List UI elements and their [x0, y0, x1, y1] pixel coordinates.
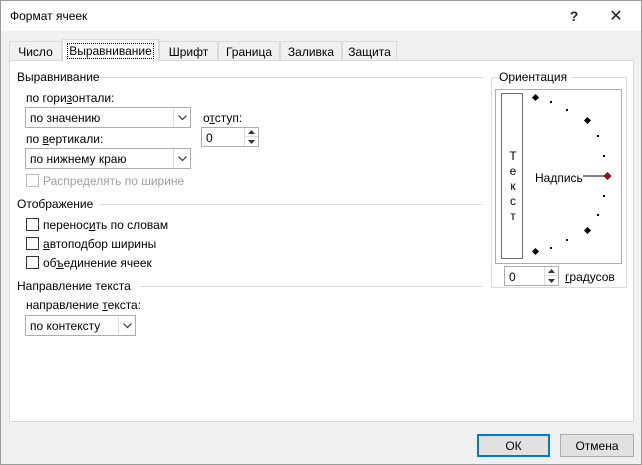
vertical-align-value: по нижнему краю: [30, 152, 127, 166]
indent-label: отступ:: [203, 111, 243, 125]
degrees-spin-arrows: [544, 267, 558, 285]
orientation-frame-bottom: [491, 287, 627, 288]
tab-border-label: Граница: [225, 44, 273, 59]
direction-group-line: [139, 286, 483, 287]
shrink-to-fit-label: автоподбор ширины: [43, 237, 157, 251]
dial-tick: [603, 195, 605, 197]
dial-tick: [603, 155, 605, 157]
direction-group-title: Направление текста: [17, 279, 131, 293]
display-group-title: Отображение: [17, 197, 94, 211]
horizontal-align-select[interactable]: по значению: [25, 107, 191, 128]
close-icon: ✕: [609, 8, 623, 25]
vertical-align-select[interactable]: по нижнему краю: [25, 148, 191, 169]
spin-down-icon[interactable]: [545, 276, 558, 285]
indent-spinner[interactable]: 0: [201, 127, 259, 147]
tab-number-label: Число: [18, 44, 53, 59]
orientation-group-title: Ориентация: [499, 70, 568, 84]
shrink-to-fit-checkbox[interactable]: [26, 237, 39, 250]
title-bar: Формат ячеек ? ✕: [1, 1, 641, 31]
orientation-sample-text: Надпись: [535, 171, 583, 185]
spin-up-icon[interactable]: [245, 128, 258, 137]
alignment-group-title: Выравнивание: [17, 70, 100, 84]
indent-spin-arrows: [244, 128, 258, 146]
orientation-group-line-right: [571, 77, 627, 78]
vertical-text-char: к: [510, 179, 516, 193]
dial-mark: [583, 226, 592, 235]
dial-tick: [550, 101, 552, 103]
distributed-label: Распределять по ширине: [43, 174, 185, 188]
display-group-line: [99, 204, 483, 205]
dial-tick: [566, 239, 568, 241]
wrap-text-label: переносить по словам: [43, 218, 169, 232]
dial-tick: [566, 109, 568, 111]
close-button[interactable]: ✕: [593, 1, 639, 31]
vertical-text-char: е: [509, 164, 517, 178]
tab-border[interactable]: Граница: [218, 41, 280, 61]
text-direction-label: направление текста:: [26, 298, 142, 312]
degrees-spinner[interactable]: 0: [504, 266, 559, 286]
tab-alignment[interactable]: Выравнивание: [62, 39, 159, 62]
wrap-text-checkbox[interactable]: [26, 218, 39, 231]
chevron-down-icon: [173, 108, 190, 127]
tab-font[interactable]: Шрифт: [159, 41, 218, 61]
cancel-button[interactable]: Отмена: [560, 434, 634, 457]
merge-cells-checkbox[interactable]: [26, 256, 39, 269]
tab-fill[interactable]: Заливка: [280, 41, 342, 61]
text-direction-value: по контексту: [30, 319, 101, 333]
dial-mark: [531, 93, 540, 102]
ok-button[interactable]: ОК: [477, 434, 550, 457]
alignment-group-line: [99, 77, 483, 78]
chevron-down-icon: [118, 316, 135, 335]
orientation-control[interactable]: Т е к с т Надпись: [495, 89, 622, 264]
tab-protection-label: Защита: [348, 44, 391, 59]
dial-tick: [597, 135, 599, 137]
horizontal-label: по горизонтали:: [26, 91, 115, 105]
dial-mark: [583, 116, 592, 125]
horizontal-align-value: по значению: [30, 111, 101, 125]
dialog-title: Формат ячеек: [10, 9, 88, 23]
dial-mark: [531, 247, 540, 256]
tab-font-label: Шрифт: [168, 44, 209, 59]
indent-value: 0: [206, 131, 213, 145]
vertical-label: по вертикали:: [26, 132, 104, 146]
dial-tick: [597, 214, 599, 216]
text-direction-select[interactable]: по контексту: [25, 315, 136, 336]
tab-number[interactable]: Число: [9, 41, 62, 61]
help-button[interactable]: ?: [551, 1, 597, 31]
vertical-text-char: т: [510, 209, 516, 223]
vertical-text-button[interactable]: Т е к с т: [501, 93, 523, 259]
chevron-down-icon: [173, 149, 190, 168]
orientation-frame-left: [491, 77, 492, 287]
degrees-label: градусов: [565, 270, 615, 284]
tab-fill-label: Заливка: [287, 44, 335, 59]
tab-protection[interactable]: Защита: [342, 41, 397, 61]
dial-tick: [550, 247, 552, 249]
orientation-frame-right: [626, 77, 627, 287]
vertical-text-char: Т: [509, 149, 517, 163]
spin-down-icon[interactable]: [245, 137, 258, 146]
format-cells-dialog: Формат ячеек ? ✕ Число Выравнивание Шриф…: [0, 0, 642, 465]
tab-alignment-label: Выравнивание: [67, 43, 154, 59]
dial-handle: [603, 172, 612, 180]
spin-up-icon[interactable]: [545, 267, 558, 276]
distributed-checkbox[interactable]: [26, 174, 39, 187]
degrees-value: 0: [509, 270, 516, 284]
vertical-text-char: с: [510, 194, 516, 208]
merge-cells-label: объединение ячеек: [43, 256, 152, 270]
